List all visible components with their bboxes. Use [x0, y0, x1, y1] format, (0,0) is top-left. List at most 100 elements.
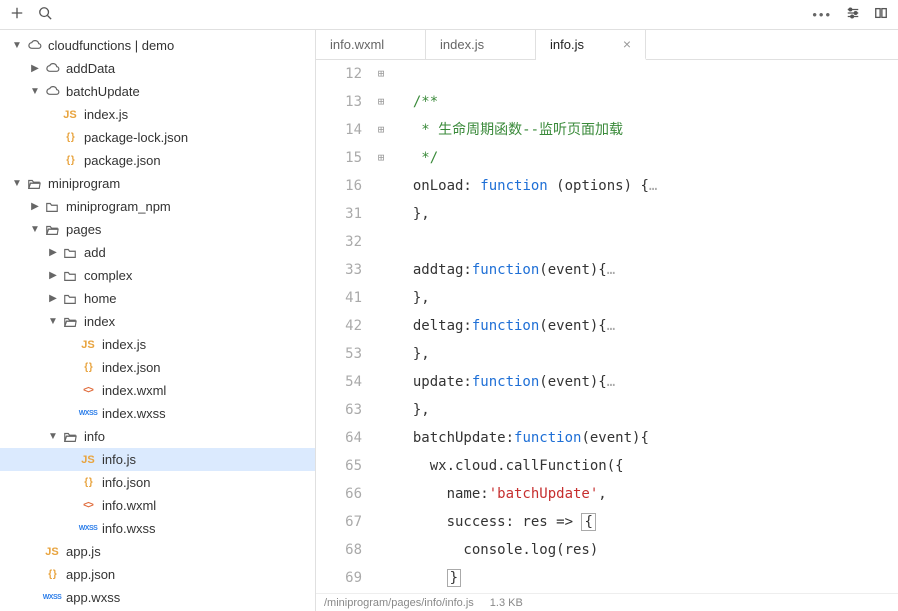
- tree-item-info-json[interactable]: info.json: [0, 471, 315, 494]
- tree-item-miniprogram_npm[interactable]: ▶miniprogram_npm: [0, 195, 315, 218]
- chevron-right-icon[interactable]: ▶: [30, 63, 40, 74]
- tab-info-wxml[interactable]: info.wxml: [316, 30, 426, 59]
- code-line[interactable]: },: [396, 340, 898, 368]
- tree-item-info-wxml[interactable]: info.wxml: [0, 494, 315, 517]
- tree-item-label: package-lock.json: [84, 130, 188, 145]
- tree-item-add[interactable]: ▶add: [0, 241, 315, 264]
- cloud-icon: [43, 61, 61, 76]
- token-plain: addtag:: [396, 262, 472, 278]
- line-number: 68: [316, 536, 362, 564]
- code-line[interactable]: },: [396, 396, 898, 424]
- tree-item-home[interactable]: ▶ home: [0, 287, 315, 310]
- folder-icon: [61, 246, 79, 260]
- tree-item-app-js[interactable]: JSapp.js: [0, 540, 315, 563]
- line-number: 31: [316, 200, 362, 228]
- chevron-down-icon[interactable]: ▼: [48, 431, 58, 442]
- file-explorer[interactable]: ▼cloudfunctions | demo▶addData ▼ batchUpda…: [0, 30, 316, 611]
- status-size: 1.3 KB: [490, 597, 523, 609]
- code-line[interactable]: success: res => {: [396, 508, 898, 536]
- more-icon[interactable]: •••: [812, 7, 832, 22]
- plus-icon[interactable]: [10, 6, 24, 23]
- token-plain: console.log(res): [396, 542, 598, 558]
- code-editor[interactable]: 1213141516313233414253546364656667686970…: [316, 60, 898, 593]
- cloud-icon: [25, 38, 43, 53]
- tree-item-index[interactable]: ▼index: [0, 310, 315, 333]
- code-line[interactable]: * 生命周期函数--监听页面加载: [396, 116, 898, 144]
- code-line[interactable]: /**: [396, 88, 898, 116]
- chevron-right-icon[interactable]: ▶: [48, 270, 58, 281]
- fold-toggle-icon[interactable]: ⊞: [372, 88, 390, 116]
- chevron-right-icon[interactable]: ▶: [48, 247, 58, 258]
- tab-info-js[interactable]: info.js×: [536, 30, 646, 60]
- chevron-down-icon[interactable]: ▼: [30, 86, 40, 97]
- tree-item-app-json[interactable]: app.json: [0, 563, 315, 586]
- tree-item-label: home: [84, 291, 117, 306]
- code-line[interactable]: deltag:function(event){…: [396, 312, 898, 340]
- chevron-down-icon[interactable]: ▼: [12, 40, 22, 51]
- tree-item-info-wxss[interactable]: info.wxss: [0, 517, 315, 540]
- json-icon: [61, 155, 79, 166]
- panel-icon[interactable]: [874, 6, 888, 23]
- code-line[interactable]: update:function(event){…: [396, 368, 898, 396]
- token-fold-dots: …: [607, 374, 615, 390]
- code-line[interactable]: addtag:function(event){…: [396, 256, 898, 284]
- line-number: 63: [316, 396, 362, 424]
- tab-label: index.js: [440, 37, 484, 52]
- code-line[interactable]: [396, 60, 898, 88]
- search-icon[interactable]: [38, 6, 52, 23]
- tree-item-info[interactable]: ▼info: [0, 425, 315, 448]
- tree-item-label: package.json: [84, 153, 161, 168]
- chevron-down-icon[interactable]: ▼: [48, 316, 58, 327]
- tree-item-index-json[interactable]: index.json: [0, 356, 315, 379]
- line-number: 53: [316, 340, 362, 368]
- tree-item-info-js[interactable]: JSinfo.js: [0, 448, 315, 471]
- code-line[interactable]: },: [396, 284, 898, 312]
- code-line[interactable]: console.log(res): [396, 536, 898, 564]
- chevron-down-icon[interactable]: ▼: [12, 178, 22, 189]
- tree-item-label: batchUpdate: [66, 84, 140, 99]
- fold-toggle-icon[interactable]: ⊞: [372, 60, 390, 88]
- tree-item-batchUpdate[interactable]: ▼ batchUpdate: [0, 80, 315, 103]
- tree-item-miniprogram[interactable]: ▼miniprogram: [0, 172, 315, 195]
- tab-index-js[interactable]: index.js: [426, 30, 536, 59]
- tree-item-index-wxml[interactable]: index.wxml: [0, 379, 315, 402]
- token-plain: [396, 122, 413, 138]
- tree-item-addData[interactable]: ▶addData: [0, 57, 315, 80]
- fold-toggle-icon[interactable]: ⊞: [372, 144, 390, 172]
- tree-item-package-lock-json[interactable]: package-lock.json: [0, 126, 315, 149]
- tree-item-cloudfunctions---demo[interactable]: ▼cloudfunctions | demo: [0, 34, 315, 57]
- code-line[interactable]: wx.cloud.callFunction({: [396, 452, 898, 480]
- tree-item-complex[interactable]: ▶complex: [0, 264, 315, 287]
- line-number: 15: [316, 144, 362, 172]
- token-kw: function: [472, 374, 539, 390]
- code-line[interactable]: batchUpdate:function(event){: [396, 424, 898, 452]
- tree-item-package-json[interactable]: package.json: [0, 149, 315, 172]
- tree-item-index-wxss[interactable]: index.wxss: [0, 402, 315, 425]
- line-number: 65: [316, 452, 362, 480]
- code-lines[interactable]: /** * 生命周期函数--监听页面加载 */ onLoad: function…: [390, 60, 898, 593]
- code-line[interactable]: name:'batchUpdate',: [396, 480, 898, 508]
- tree-item-app-wxss[interactable]: app.wxss: [0, 586, 315, 609]
- tree-item-index-js[interactable]: JSindex.js: [0, 333, 315, 356]
- tree-item-label: index.wxss: [102, 406, 166, 421]
- chevron-right-icon[interactable]: ▶: [30, 201, 40, 212]
- tree-item-index-js[interactable]: JSindex.js: [0, 103, 315, 126]
- token-cmt: */: [413, 150, 438, 166]
- fold-column[interactable]: ⊞⊞⊞⊞: [372, 60, 390, 593]
- token-kw: function: [472, 262, 539, 278]
- tree-item-label: info.wxml: [102, 498, 156, 513]
- folder-icon: [43, 200, 61, 214]
- close-icon[interactable]: ×: [623, 36, 631, 52]
- code-line[interactable]: }: [396, 564, 898, 592]
- chevron-down-icon[interactable]: ▼: [30, 224, 40, 235]
- line-number: 32: [316, 228, 362, 256]
- code-line[interactable]: */: [396, 144, 898, 172]
- code-line[interactable]: [396, 228, 898, 256]
- code-line[interactable]: onLoad: function (options) {…: [396, 172, 898, 200]
- folder-icon: [25, 177, 43, 191]
- settings-icon[interactable]: [846, 6, 860, 23]
- fold-toggle-icon[interactable]: ⊞: [372, 116, 390, 144]
- tree-item-pages[interactable]: ▼pages: [0, 218, 315, 241]
- code-line[interactable]: },: [396, 200, 898, 228]
- chevron-right-icon[interactable]: ▶: [48, 293, 58, 304]
